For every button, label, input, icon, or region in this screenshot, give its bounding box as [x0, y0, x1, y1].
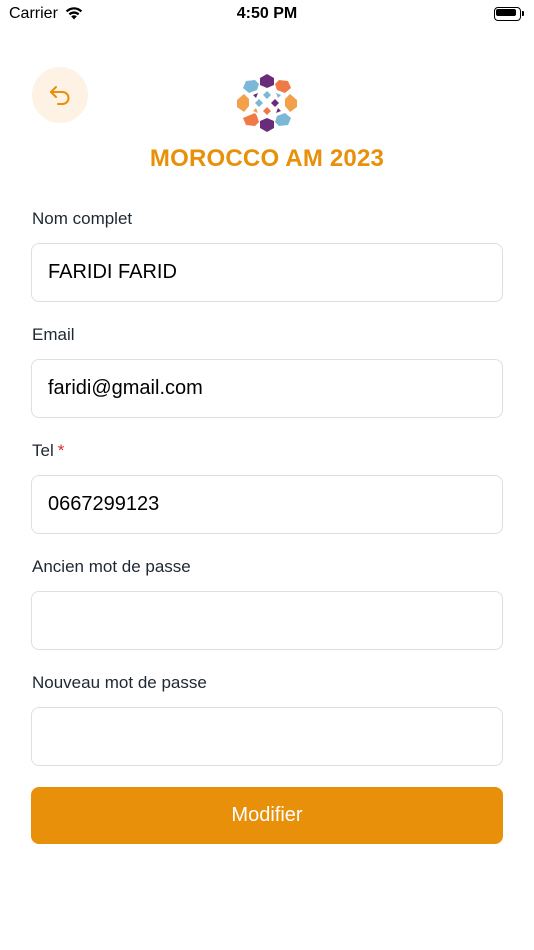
- full-name-field[interactable]: FARIDI FARID: [31, 243, 503, 302]
- clock: 4:50 PM: [236, 5, 298, 22]
- old-password-field[interactable]: [31, 591, 503, 650]
- email-field[interactable]: faridi@gmail.com: [31, 359, 503, 418]
- old-password-label: Ancien mot de passe: [32, 557, 191, 576]
- battery-icon: [494, 7, 524, 21]
- email-label: Email: [32, 325, 75, 344]
- full-name-label: Nom complet: [32, 209, 133, 228]
- back-button[interactable]: [32, 67, 88, 123]
- back-arrow-icon: [50, 86, 70, 105]
- required-marker: *: [57, 441, 65, 460]
- tel-label: Tel *: [32, 441, 65, 460]
- status-bar: Carrier 4:50 PM: [0, 0, 534, 30]
- logo-icon: [237, 74, 297, 132]
- tel-field[interactable]: 0667299123: [31, 475, 503, 534]
- new-password-field[interactable]: [31, 707, 503, 766]
- app-title: MOROCCO AM 2023: [149, 145, 385, 172]
- modify-button[interactable]: Modifier: [31, 787, 503, 844]
- new-password-label: Nouveau mot de passe: [32, 673, 207, 692]
